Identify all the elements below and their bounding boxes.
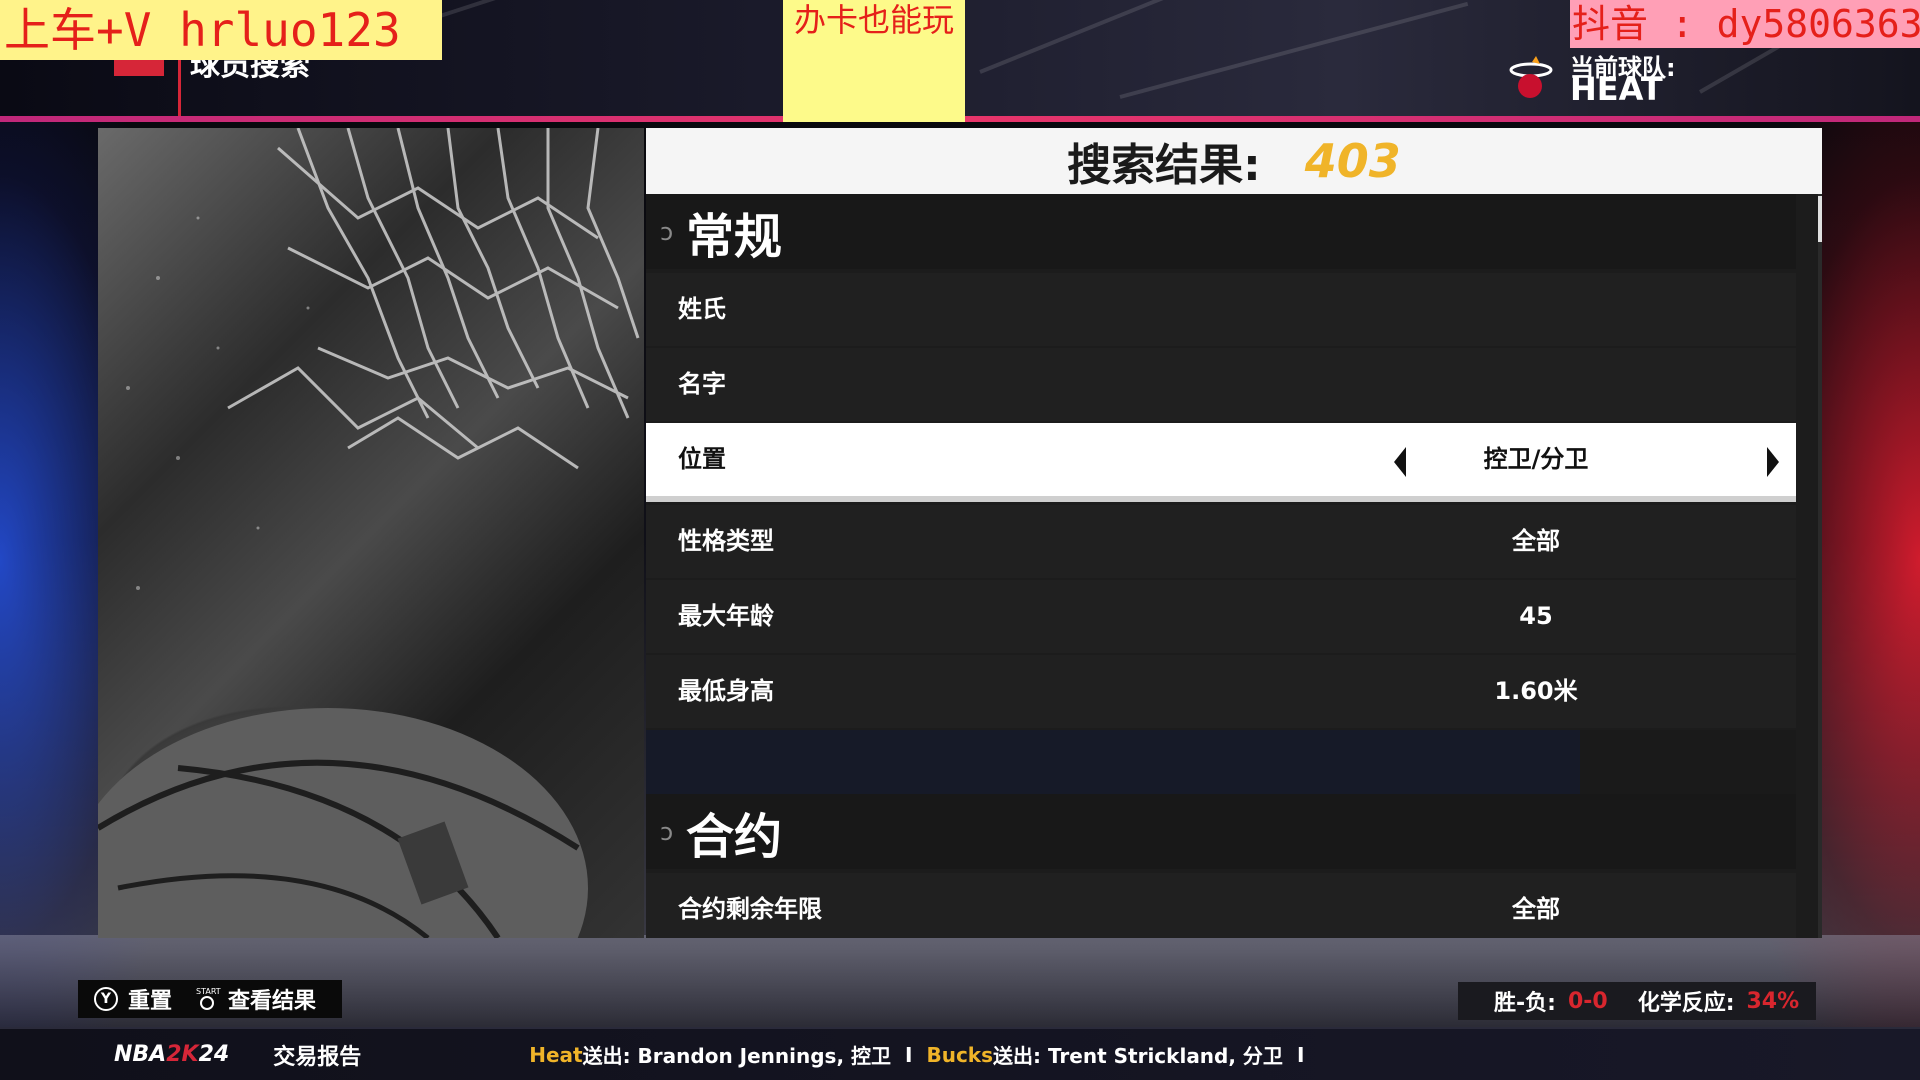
logo-2k: 2K — [166, 1042, 199, 1067]
overlay-watermark-left: 上车+V hrluo123 — [0, 0, 442, 60]
controller-hints: Y 重置 START 查看结果 — [78, 980, 342, 1018]
row-label: 最低身高 — [678, 677, 774, 705]
decor-streak — [979, 0, 1278, 74]
search-panel: 搜索结果: 403 ↄ 常规 姓氏 名字 位置 控卫/分卫 性格类型 全部 最大… — [646, 128, 1822, 938]
trade-detail: Brandon Jennings, 控卫 — [637, 1044, 892, 1068]
ticker-separator: I — [1296, 1042, 1305, 1067]
start-button-icon[interactable]: START — [196, 987, 221, 1011]
row-value: 全部 — [1512, 895, 1560, 923]
ticker-separator: I — [905, 1042, 913, 1067]
scrollbar-thumb[interactable] — [1818, 196, 1822, 242]
filter-row-first-name[interactable]: 名字 — [646, 348, 1796, 421]
row-label: 姓氏 — [678, 295, 726, 323]
empty-row-fill — [1580, 730, 1796, 803]
chemistry-value: 34% — [1746, 988, 1800, 1014]
start-button-text: START — [196, 987, 221, 996]
empty-row — [646, 730, 1796, 803]
ticker-items: Heat 送出: Brandon Jennings, 控卫 I Bucks 送出: … — [529, 1040, 1318, 1069]
reset-button[interactable]: 重置 — [128, 983, 172, 1015]
row-label: 合约剩余年限 — [678, 895, 822, 923]
filter-row-max-age[interactable]: 最大年龄 45 — [646, 580, 1796, 653]
trade-verb: 送出: — [993, 1044, 1042, 1068]
record-value: 0-0 — [1567, 988, 1608, 1014]
search-result-label: 搜索结果: — [1067, 140, 1261, 191]
row-label: 位置 — [678, 445, 726, 473]
scrollbar-track[interactable] — [1818, 194, 1822, 938]
overlay-watermark-right: 抖音 : dy5806363 — [1570, 0, 1920, 48]
filter-row-min-height[interactable]: 最低身高 1.60米 — [646, 655, 1796, 728]
decor-streak — [1119, 1, 1469, 99]
logo-year: 24 — [198, 1042, 230, 1067]
y-button-icon[interactable]: Y — [94, 987, 118, 1011]
row-value — [1416, 273, 1656, 346]
trade-verb: 送出: — [582, 1044, 631, 1068]
section-general[interactable]: ↄ 常规 — [646, 194, 1796, 269]
section-contract[interactable]: ↄ 合约 — [646, 794, 1796, 869]
section-title: 合约 — [686, 808, 783, 865]
filter-row-position[interactable]: 位置 控卫/分卫 — [646, 423, 1796, 502]
row-value: 1.60米 — [1494, 677, 1578, 705]
search-result-count: 403 — [1304, 134, 1401, 188]
arrow-right-icon[interactable] — [1767, 447, 1779, 477]
basketball-net-illustration — [98, 128, 640, 938]
filter-row-personality[interactable]: 性格类型 全部 — [646, 505, 1796, 578]
trade-team: Bucks — [926, 1042, 994, 1067]
row-label: 性格类型 — [678, 527, 774, 555]
arrow-left-icon[interactable] — [1394, 447, 1406, 477]
nba2k24-logo: NBA2K24 — [114, 1042, 229, 1067]
section-collapse-icon: ↄ — [660, 217, 674, 246]
record-label: 胜-负: — [1494, 991, 1556, 1016]
row-value: 控卫/分卫 — [1483, 445, 1589, 473]
row-value — [1416, 348, 1656, 421]
filter-row-contract-years[interactable]: 合约剩余年限 全部 — [646, 873, 1796, 938]
row-label: 最大年龄 — [678, 602, 774, 630]
row-value: 45 — [1519, 602, 1553, 630]
section-collapse-icon: ↄ — [660, 817, 674, 846]
chemistry-label: 化学反应: — [1637, 991, 1735, 1016]
current-team-name: HEAT — [1570, 70, 1663, 108]
filter-row-last-name[interactable]: 姓氏 — [646, 273, 1796, 346]
overlay-watermark-middle: 办卡也能玩 — [783, 0, 965, 122]
heat-logo-icon — [1509, 56, 1553, 98]
team-stats-bar: 胜-负: 0-0 化学反应: 34% — [1458, 982, 1816, 1020]
view-results-button[interactable]: 查看结果 — [228, 983, 316, 1015]
start-button-circle — [200, 996, 215, 1010]
ticker-title: 交易报告 — [273, 1044, 362, 1070]
row-value: 全部 — [1512, 527, 1560, 555]
logo-nba: NBA — [114, 1042, 167, 1067]
row-label: 名字 — [678, 370, 726, 398]
search-result-header: 搜索结果: 403 — [646, 128, 1822, 194]
section-title: 常规 — [686, 208, 783, 265]
basketball-hoop-image — [98, 128, 644, 938]
trade-detail: Trent Strickland, 分卫 — [1047, 1044, 1283, 1068]
trade-ticker: NBA2K24 交易报告 Heat 送出: Brandon Jennings, 控… — [0, 1027, 1920, 1080]
trade-team: Heat — [529, 1042, 583, 1067]
